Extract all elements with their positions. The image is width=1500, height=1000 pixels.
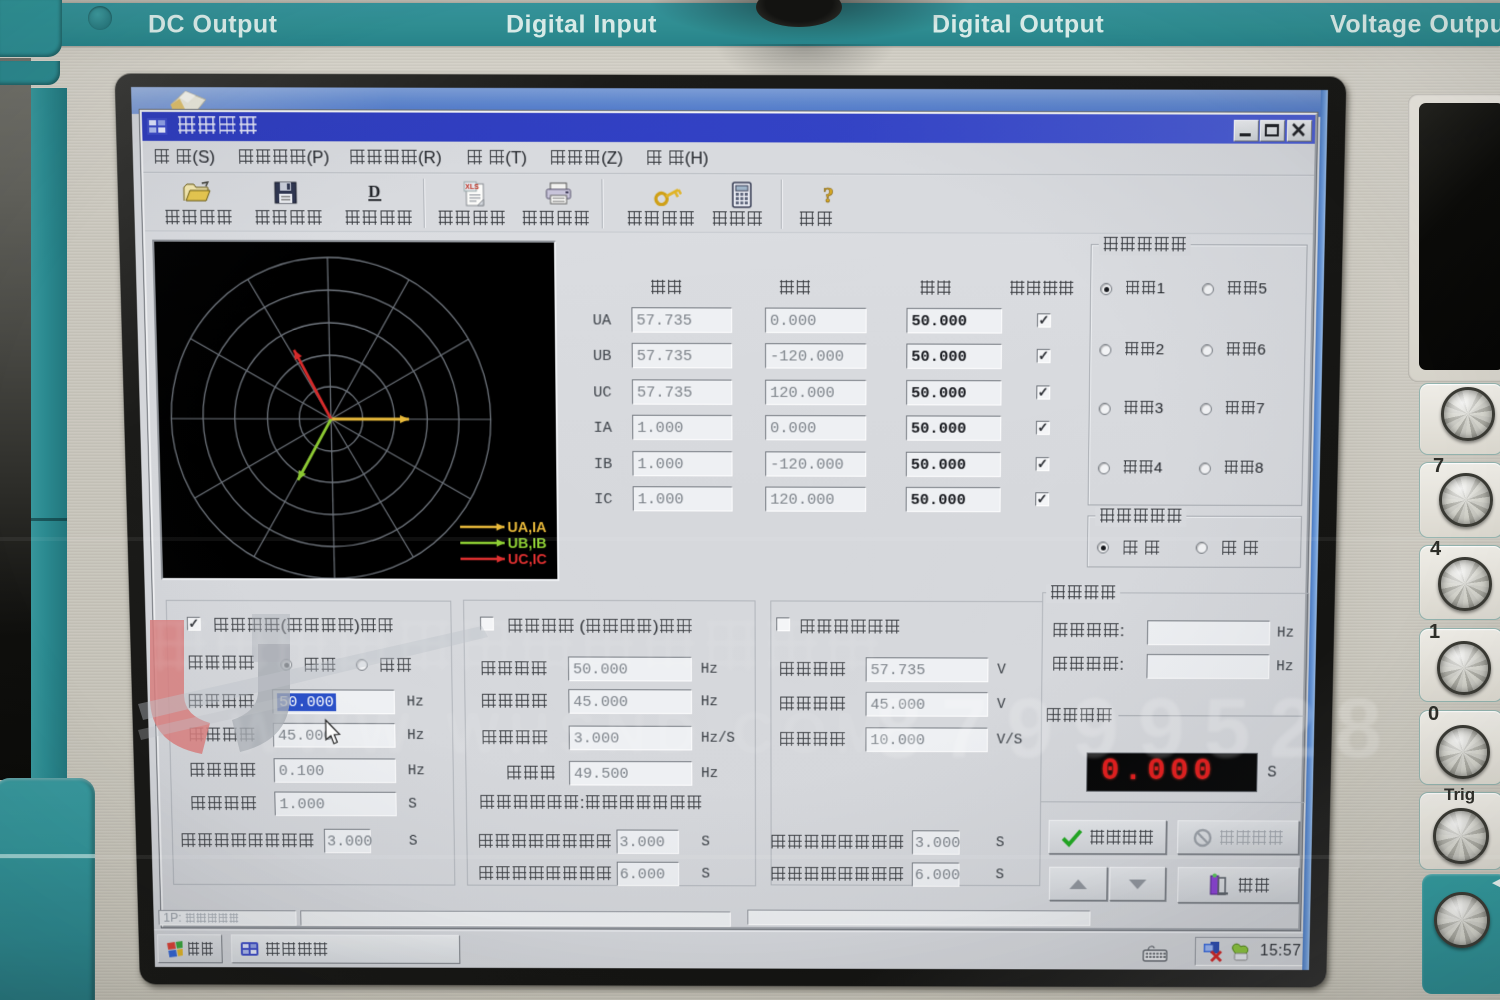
svg-text:?: ?	[823, 182, 834, 207]
svg-text:D: D	[368, 181, 381, 201]
svg-text:UA,IA: UA,IA	[507, 520, 546, 536]
svg-text:UB,IB: UB,IB	[508, 536, 547, 552]
svg-text:XLS: XLS	[465, 184, 479, 192]
svg-text:UC,IC: UC,IC	[508, 552, 547, 568]
